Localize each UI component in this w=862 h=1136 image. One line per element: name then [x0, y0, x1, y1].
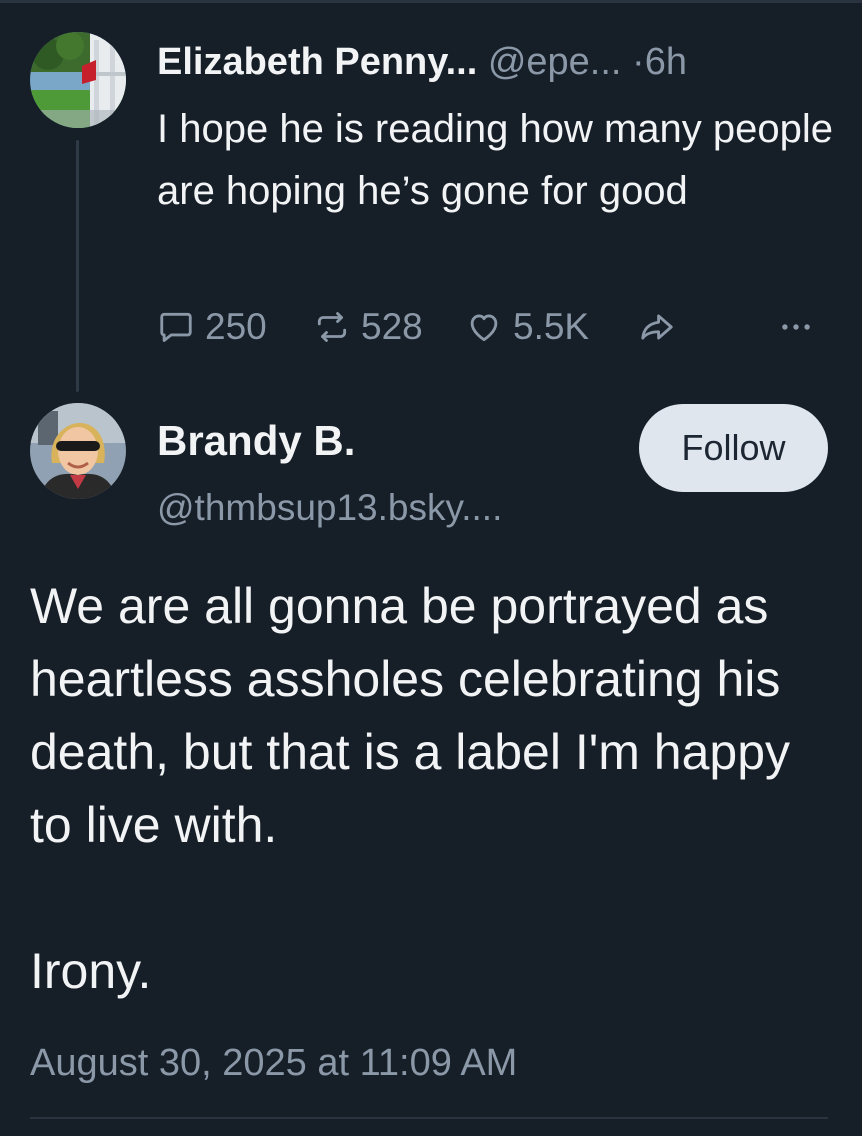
bottom-divider: [30, 1117, 828, 1119]
share-icon: [637, 308, 677, 346]
parent-author-avatar[interactable]: [30, 32, 126, 128]
repost-button[interactable]: 528: [313, 302, 423, 352]
post-timestamp: August 30, 2025 at 11:09 AM: [30, 1042, 518, 1084]
main-author-name[interactable]: Brandy B.: [157, 416, 355, 466]
reply-button[interactable]: 250: [157, 302, 267, 352]
share-button[interactable]: [637, 302, 677, 352]
parent-post-time[interactable]: 6h: [645, 41, 687, 83]
main-post-text: We are all gonna be portrayed as heartle…: [30, 570, 830, 1008]
like-icon: [465, 308, 503, 346]
parent-author-handle[interactable]: @epe...: [488, 41, 622, 83]
repost-icon: [313, 308, 351, 346]
header-separator: ·: [632, 41, 645, 83]
more-options-button[interactable]: [777, 302, 815, 352]
parent-author-name[interactable]: Elizabeth Penny...: [157, 41, 477, 83]
main-author-handle[interactable]: @thmbsup13.bsky....: [157, 484, 502, 532]
reply-icon: [157, 308, 195, 346]
main-post-paragraph: Irony.: [30, 943, 152, 999]
parent-post-header: Elizabeth Penny... @epe... ·6h: [157, 38, 837, 86]
reply-count: 250: [205, 306, 267, 347]
like-button[interactable]: 5.5K: [465, 302, 589, 352]
main-post-paragraph: We are all gonna be portrayed as heartle…: [30, 578, 791, 853]
parent-post-actions: 250 528 5.5K: [157, 302, 829, 352]
more-icon: [777, 308, 815, 346]
main-author-avatar[interactable]: [30, 403, 126, 499]
follow-button[interactable]: Follow: [639, 404, 828, 492]
thread-connector-line: [76, 140, 79, 392]
parent-post-text: I hope he is reading how many people are…: [157, 107, 834, 213]
repost-count: 528: [361, 306, 423, 347]
top-divider: [0, 0, 862, 3]
like-count: 5.5K: [513, 306, 590, 347]
